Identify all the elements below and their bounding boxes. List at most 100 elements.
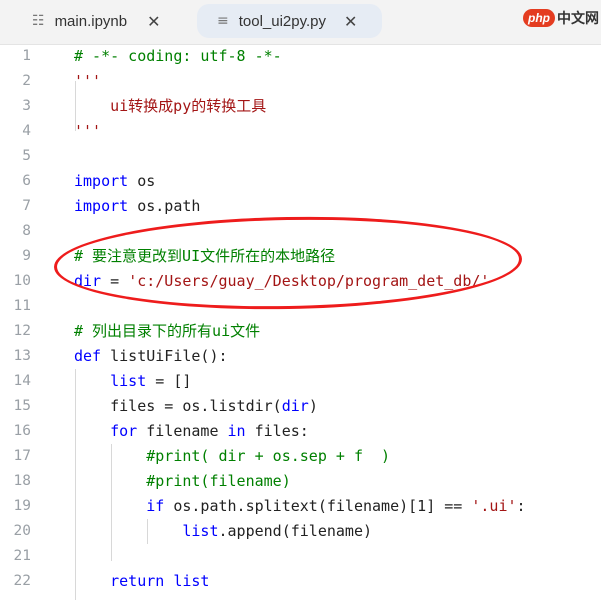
code-token: ''' <box>74 72 102 90</box>
code-text[interactable]: # -*- coding: utf-8 -*- <box>74 44 282 69</box>
code-token: = [] <box>146 372 192 390</box>
tab-label: main.ipynb <box>54 12 128 30</box>
code-text[interactable]: ''' <box>74 119 101 144</box>
code-token: : <box>516 497 526 515</box>
code-token: os.path.splitext(filename)[1] == <box>164 497 472 515</box>
code-token: ''' <box>74 122 102 140</box>
code-line[interactable]: 15 files = os.listdir(dir) <box>0 394 601 419</box>
line-number: 13 <box>13 348 31 364</box>
code-editor[interactable]: 1 # -*- coding: utf-8 -*- 2 ''' 3 ui转换成py的转换… <box>0 44 601 600</box>
line-number: 4 <box>22 123 31 139</box>
tab-bar: ☷ main.ipynb ✕ ≡ tool_ui2py.py ✕ php 中文网 <box>0 0 601 45</box>
watermark-logo: php 中文网 <box>523 6 599 30</box>
code-token: return <box>110 572 165 590</box>
line-number: 15 <box>13 398 31 414</box>
code-token: def <box>74 347 102 365</box>
line-number: 20 <box>13 523 31 539</box>
line-number: 9 <box>22 248 31 264</box>
code-token: #print(filename) <box>146 472 291 490</box>
code-line[interactable]: 17 #print( dir + os.sep + f ) <box>0 444 601 469</box>
notebook-icon: ☷ <box>32 13 45 29</box>
code-text[interactable]: import os <box>74 169 155 194</box>
line-number: 5 <box>22 148 31 164</box>
tab-label: tool_ui2py.py <box>238 12 327 30</box>
code-text[interactable]: if os.path.splitext(filename)[1] == '.ui… <box>74 494 526 519</box>
code-text[interactable]: #print(filename) <box>74 469 291 494</box>
line-number: 17 <box>13 448 31 464</box>
code-line[interactable]: 22 return list <box>0 569 601 594</box>
code-text[interactable]: list = [] <box>74 369 191 394</box>
line-number: 21 <box>13 548 31 564</box>
close-icon[interactable]: ✕ <box>344 12 357 31</box>
code-text[interactable]: def listUiFile(): <box>74 344 228 369</box>
line-number: 11 <box>13 298 31 314</box>
watermark-cn: 中文网 <box>557 11 599 27</box>
code-token: import <box>74 197 129 215</box>
code-text[interactable]: list.append(filename) <box>74 519 372 544</box>
code-token: files: <box>245 422 309 440</box>
code-text[interactable]: for filename in files: <box>74 419 309 444</box>
tab-main-ipynb[interactable]: ☷ main.ipynb ✕ <box>32 4 182 38</box>
line-number: 2 <box>22 73 31 89</box>
code-token: # -*- coding: utf-8 -*- <box>74 47 282 65</box>
code-text[interactable]: files = os.listdir(dir) <box>74 394 318 419</box>
code-line[interactable]: 16 for filename in files: <box>0 419 601 444</box>
code-token: ) <box>308 397 318 415</box>
code-token: ui转换成py的转换工具 <box>74 97 267 115</box>
line-number: 16 <box>13 423 31 439</box>
code-text[interactable]: # 列出目录下的所有ui文件 <box>74 319 260 344</box>
line-number: 14 <box>13 373 31 389</box>
line-number: 3 <box>22 98 31 114</box>
code-line[interactable]: 13 def listUiFile(): <box>0 344 601 369</box>
code-line[interactable]: 1 # -*- coding: utf-8 -*- <box>0 44 601 69</box>
code-token: listUiFile(): <box>101 347 228 365</box>
code-token: import <box>74 172 129 190</box>
code-line[interactable]: 12 # 列出目录下的所有ui文件 <box>0 319 601 344</box>
line-number: 12 <box>13 323 31 339</box>
code-line[interactable]: 4 ''' <box>0 119 601 144</box>
code-token: # 列出目录下的所有ui文件 <box>74 322 261 340</box>
line-number: 22 <box>13 573 31 589</box>
code-line[interactable]: 3 ui转换成py的转换工具 <box>0 94 601 119</box>
code-line[interactable]: 20 list.append(filename) <box>0 519 601 544</box>
line-number: 8 <box>22 223 31 239</box>
code-line[interactable]: 7 import os.path <box>0 194 601 219</box>
code-text[interactable]: #print( dir + os.sep + f ) <box>74 444 390 469</box>
code-token: .append(filename) <box>218 522 373 540</box>
code-token: #print( dir + os.sep + f ) <box>146 447 391 465</box>
code-line[interactable]: 14 list = [] <box>0 369 601 394</box>
code-token: in <box>227 422 246 440</box>
code-text[interactable]: import os.path <box>74 194 200 219</box>
code-line[interactable]: 5 <box>0 144 601 169</box>
line-number: 1 <box>22 48 31 64</box>
code-line[interactable]: 6 import os <box>0 169 601 194</box>
code-token: list <box>182 522 219 540</box>
code-token: filename <box>137 422 228 440</box>
code-line[interactable]: 21 <box>0 544 601 569</box>
code-text[interactable]: return list <box>74 569 209 594</box>
code-line[interactable]: 19 if os.path.splitext(filename)[1] == '… <box>0 494 601 519</box>
code-text[interactable]: ''' <box>74 69 101 94</box>
tab-tool-ui2py[interactable]: ≡ tool_ui2py.py ✕ <box>197 4 382 38</box>
code-line[interactable]: 2 ''' <box>0 69 601 94</box>
watermark-php: php <box>523 9 555 27</box>
close-icon[interactable]: ✕ <box>147 12 160 31</box>
file-lines-icon: ≡ <box>217 13 229 29</box>
code-line[interactable]: 18 #print(filename) <box>0 469 601 494</box>
code-token: os.path <box>128 197 201 215</box>
line-number: 7 <box>22 198 31 214</box>
line-number: 10 <box>13 273 31 289</box>
code-text[interactable]: ui转换成py的转换工具 <box>74 94 266 119</box>
code-token: list <box>110 372 147 390</box>
code-token: if <box>146 497 165 515</box>
code-token: for <box>110 422 138 440</box>
line-number: 18 <box>13 473 31 489</box>
